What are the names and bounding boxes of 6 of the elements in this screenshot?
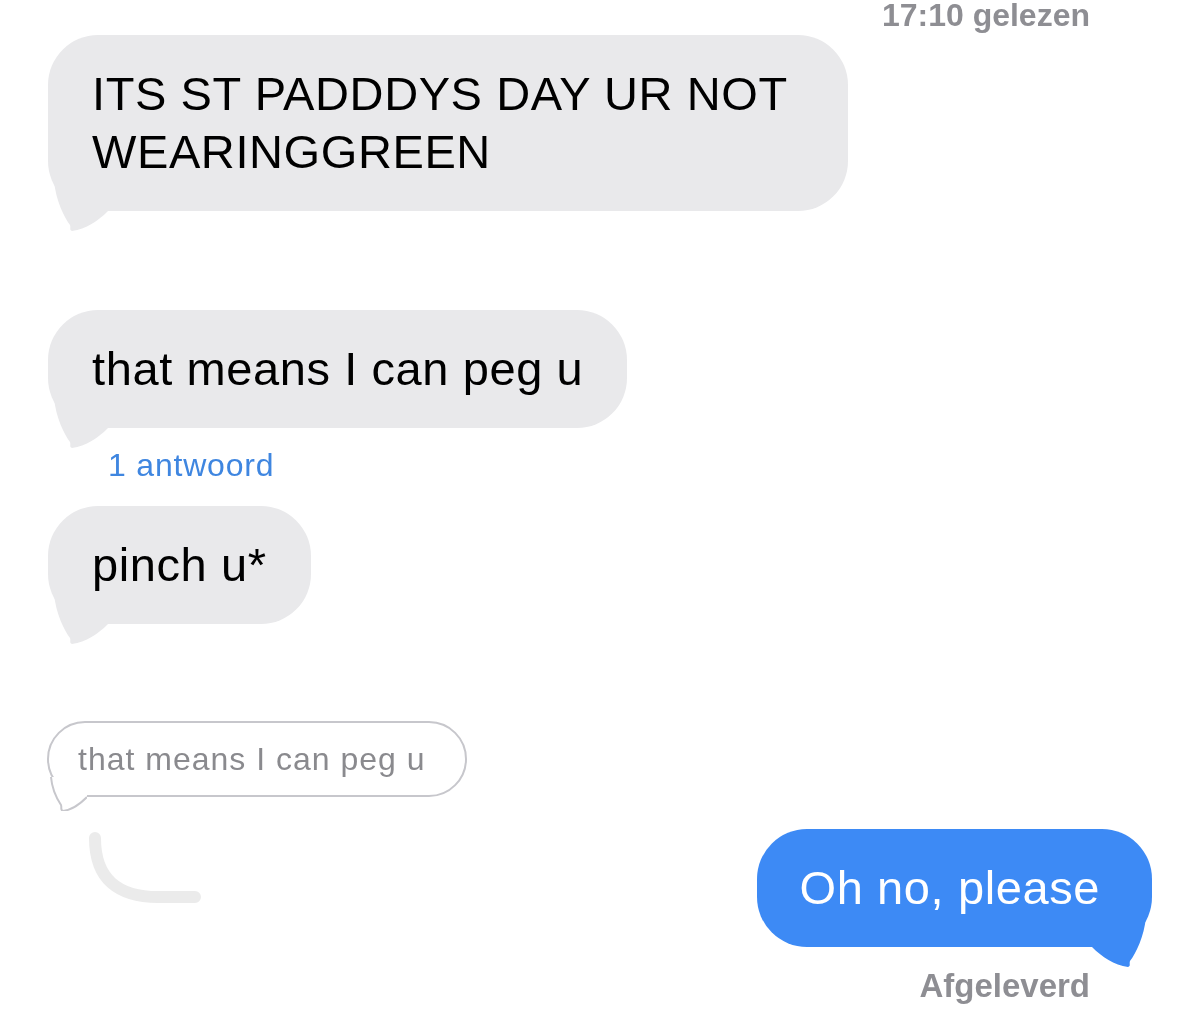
message-text: that means I can peg u <box>92 341 584 397</box>
quoted-message-text: that means I can peg u <box>78 740 426 779</box>
replies-link[interactable]: 1 antwoord <box>108 448 275 482</box>
message-text: Oh no, please <box>799 860 1100 916</box>
message-text: pinch u* <box>92 537 267 593</box>
message-text: ITS ST PADDDYS DAY UR NOT WEARINGGREEN <box>92 66 788 180</box>
